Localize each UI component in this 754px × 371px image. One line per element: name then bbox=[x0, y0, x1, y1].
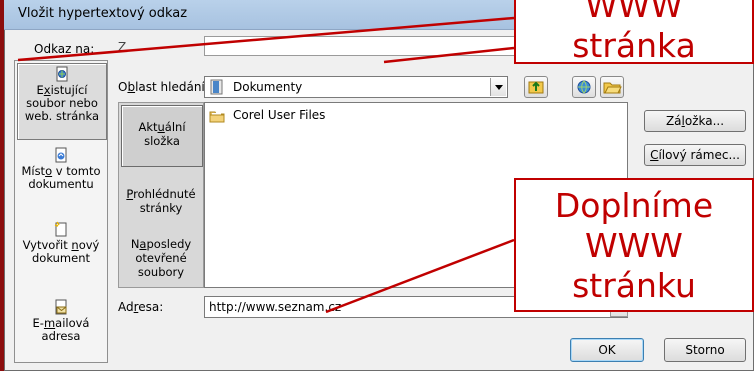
callout-www-page: WWW stránka bbox=[514, 0, 754, 65]
callout-line: WWW bbox=[585, 0, 683, 25]
callout-line: WWW bbox=[585, 226, 683, 265]
callout-line: stránka bbox=[572, 26, 696, 65]
callout-fill-www-page: Doplníme WWW stránku bbox=[514, 178, 754, 312]
callout-line: Doplníme bbox=[554, 186, 714, 225]
callout-line: stránku bbox=[572, 266, 696, 305]
